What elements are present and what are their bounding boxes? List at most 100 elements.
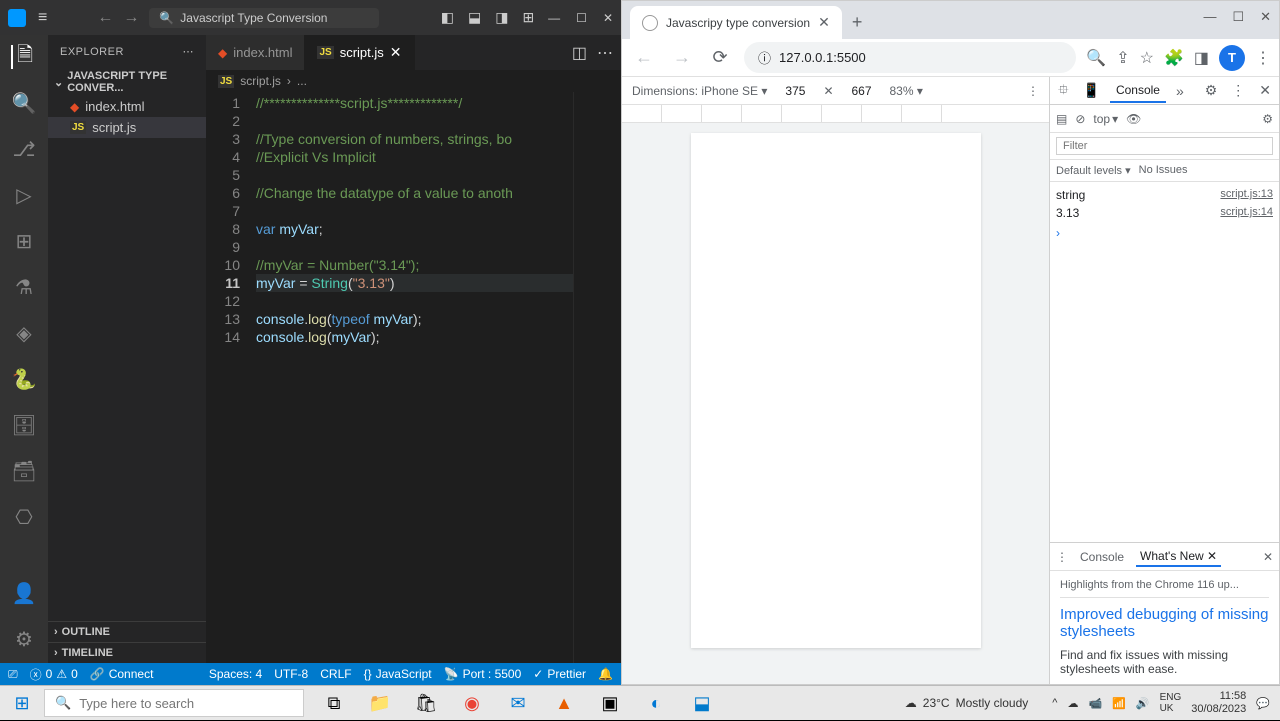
clock[interactable]: 11:58 30/08/2023: [1191, 690, 1246, 716]
volume-icon[interactable]: 🔊: [1136, 697, 1150, 710]
live-expression-icon[interactable]: 👁: [1126, 112, 1141, 126]
liveserver-status[interactable]: 📡 Port : 5500: [444, 667, 522, 681]
onedrive-icon[interactable]: ☁: [1067, 697, 1078, 710]
address-bar[interactable]: ⓘ 127.0.0.1:5500: [744, 42, 1076, 73]
devtools-close-icon[interactable]: ✕: [1255, 80, 1275, 101]
store-icon[interactable]: 🛍: [404, 686, 448, 721]
browser-forward-icon[interactable]: →: [668, 47, 696, 68]
log-levels-selector[interactable]: Default levels ▾: [1056, 164, 1131, 177]
wifi-icon[interactable]: 📶: [1112, 697, 1126, 710]
device-menu-icon[interactable]: ⋮: [1027, 84, 1039, 98]
inspect-element-icon[interactable]: ⯐: [1054, 77, 1073, 105]
drawer-console-tab[interactable]: Console: [1076, 548, 1128, 566]
browser-back-icon[interactable]: ←: [630, 47, 658, 68]
database-icon[interactable]: 🗄: [12, 413, 36, 437]
console-filter-input[interactable]: [1056, 137, 1273, 155]
browser-tab[interactable]: Javascripy type conversion ✕: [630, 6, 842, 39]
drawer-menu-icon[interactable]: ⋮: [1056, 550, 1068, 564]
language-indicator[interactable]: ENG UK: [1160, 692, 1182, 714]
spaces-status[interactable]: Spaces: 4: [209, 667, 262, 681]
share-icon[interactable]: ⇪: [1116, 48, 1129, 68]
device-toggle-icon[interactable]: 📱: [1079, 80, 1104, 101]
console-prompt[interactable]: ›: [1056, 222, 1273, 240]
command-center[interactable]: 🔍 Javascript Type Conversion: [149, 8, 379, 28]
tab-close-icon[interactable]: ✕: [390, 44, 402, 61]
minimap[interactable]: [573, 92, 621, 663]
device-selector[interactable]: Dimensions: iPhone SE ▾: [632, 84, 767, 98]
task-view-icon[interactable]: ⧉: [312, 686, 356, 721]
file-item[interactable]: JSscript.js: [48, 117, 206, 138]
file-item[interactable]: ◆index.html: [48, 96, 206, 117]
site-info-icon[interactable]: ⓘ: [758, 48, 771, 67]
back-icon[interactable]: ←: [97, 9, 113, 27]
editor-tab[interactable]: JSscript.js✕: [305, 35, 414, 70]
explorer-more-icon[interactable]: ⋯: [183, 45, 195, 58]
meet-now-icon[interactable]: 📹: [1088, 697, 1102, 710]
vscode-taskbar-icon[interactable]: ⬓: [680, 686, 724, 721]
more-actions-icon[interactable]: ⋯: [597, 43, 613, 63]
tab-close-icon[interactable]: ✕: [818, 14, 830, 31]
devtools-menu-icon[interactable]: ⋮: [1227, 80, 1249, 101]
clear-console-icon[interactable]: ⊘: [1075, 112, 1085, 126]
notifications-icon[interactable]: 🔔: [598, 667, 613, 681]
bookmark-icon[interactable]: ☆: [1140, 48, 1154, 68]
remote-indicator[interactable]: ⎚: [8, 667, 18, 682]
vlc-icon[interactable]: ▲: [542, 686, 586, 721]
zoom-selector[interactable]: 83% ▾: [890, 84, 923, 98]
browser-menu-icon[interactable]: ⋮: [1255, 48, 1271, 68]
page-preview[interactable]: [691, 133, 981, 648]
python-icon[interactable]: 🐍: [12, 367, 36, 391]
maximize-icon[interactable]: ☐: [576, 11, 587, 25]
prettier-status[interactable]: ✓ Prettier: [533, 667, 586, 681]
console-sidebar-icon[interactable]: ▤: [1056, 112, 1067, 126]
menu-icon[interactable]: ≡: [38, 9, 47, 27]
issues-indicator[interactable]: No Issues: [1139, 164, 1188, 177]
browser-reload-icon[interactable]: ⟳: [706, 47, 734, 68]
drawer-close-icon[interactable]: ✕: [1263, 550, 1273, 564]
context-selector[interactable]: top ▾: [1093, 112, 1118, 126]
explorer-icon[interactable]: 🗎: [11, 45, 35, 69]
problems-status[interactable]: ⓧ 0 ⚠ 0: [30, 666, 78, 683]
breadcrumb[interactable]: JS script.js › ...: [206, 70, 621, 92]
layout-icon[interactable]: ◧: [441, 9, 454, 26]
profile-avatar[interactable]: T: [1219, 45, 1245, 71]
tray-chevron-icon[interactable]: ^: [1052, 697, 1057, 709]
outline-section[interactable]: › OUTLINE: [48, 621, 206, 642]
encoding-status[interactable]: UTF-8: [274, 667, 308, 681]
console-output[interactable]: stringscript.js:133.13script.js:14›: [1050, 182, 1279, 542]
file-explorer-icon[interactable]: 📁: [358, 686, 402, 721]
connect-status[interactable]: 🔗 Connect: [90, 667, 154, 681]
browser-maximize-icon[interactable]: ☐: [1232, 9, 1244, 25]
more-tabs-icon[interactable]: »: [1172, 81, 1188, 101]
terminal-icon[interactable]: ▣: [588, 686, 632, 721]
server-icon[interactable]: 🗃: [12, 459, 36, 483]
eol-status[interactable]: CRLF: [320, 667, 351, 681]
console-tab[interactable]: Console: [1110, 79, 1166, 103]
editor-tab[interactable]: ◆index.html: [206, 35, 305, 70]
new-tab-button[interactable]: +: [842, 6, 873, 39]
extensions-icon[interactable]: ⊞: [12, 229, 36, 253]
log-source-link[interactable]: script.js:13: [1220, 188, 1273, 202]
run-debug-icon[interactable]: ▷: [12, 183, 36, 207]
browser-close-icon[interactable]: ✕: [1260, 9, 1271, 25]
source-control-icon[interactable]: ⎇: [12, 137, 36, 161]
split-editor-icon[interactable]: ◫: [572, 43, 587, 63]
search-activity-icon[interactable]: 🔍: [12, 91, 36, 115]
extensions-puzzle-icon[interactable]: 🧩: [1164, 48, 1184, 68]
timeline-section[interactable]: › TIMELINE: [48, 642, 206, 663]
taskbar-search[interactable]: 🔍 Type here to search: [44, 689, 304, 717]
account-icon[interactable]: 👤: [12, 581, 36, 605]
language-status[interactable]: {} JavaScript: [364, 667, 432, 681]
settings-gear-icon[interactable]: ⚙: [12, 627, 36, 651]
browser-minimize-icon[interactable]: —: [1203, 9, 1216, 25]
notifications-tray-icon[interactable]: 💬: [1256, 697, 1270, 710]
layout-right-icon[interactable]: ◨: [495, 9, 508, 26]
remote-icon[interactable]: ⎔: [12, 505, 36, 529]
drawer-whatsnew-tab[interactable]: What's New ✕: [1136, 547, 1221, 567]
start-button[interactable]: ⊞: [0, 686, 44, 720]
layout-bottom-icon[interactable]: ⬓: [468, 9, 481, 26]
log-source-link[interactable]: script.js:14: [1220, 206, 1273, 220]
zoom-icon[interactable]: 🔍: [1086, 48, 1106, 68]
edge-icon[interactable]: ◐: [634, 686, 678, 721]
project-folder[interactable]: ⌄ JAVASCRIPT TYPE CONVER...: [48, 68, 206, 96]
